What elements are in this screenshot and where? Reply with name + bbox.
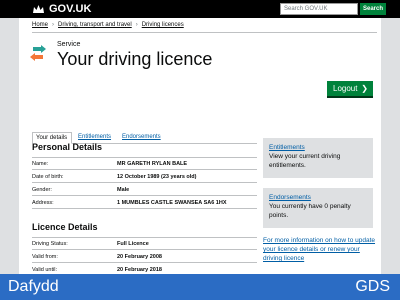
caption-left: Dafydd [8, 278, 59, 295]
chevron-right-icon: › [135, 22, 138, 28]
row-value: Full Licence [117, 241, 149, 247]
row-label: Name: [32, 161, 49, 167]
more-info-link[interactable]: For more information on how to update yo… [263, 236, 375, 263]
table-row: Gender: Male [32, 184, 257, 196]
logout-label: Logout [333, 84, 358, 93]
crown-icon[interactable] [32, 3, 45, 15]
licence-arrows-icon [30, 45, 46, 61]
divider [32, 32, 377, 33]
chevron-right-icon: › [52, 22, 55, 28]
endorsements-text: You currently have 0 penalty points. [269, 203, 351, 219]
caption-bar: Dafydd GDS [0, 274, 400, 300]
govuk-header: GOV.UK Search GOV.UK Search [0, 0, 400, 18]
breadcrumb-driving-transport[interactable]: Driving, transport and travel [58, 22, 132, 28]
table-row: Valid until: 20 February 2018 [32, 264, 257, 274]
table-row: Name: MR GARETH RYLAN BALE [32, 158, 257, 170]
search-input[interactable]: Search GOV.UK [280, 3, 358, 15]
row-label: Gender: [32, 187, 52, 193]
entitlements-text: View your current driving entitlements. [269, 153, 341, 169]
chevron-right-icon: ❯ [361, 84, 368, 93]
table-row: Address: 1 MUMBLES CASTLE SWANSEA SA6 1H… [32, 197, 257, 209]
page-title: Your driving licence [57, 49, 213, 69]
endorsements-link[interactable]: Endorsements [269, 193, 367, 202]
caption-right: GDS [355, 278, 390, 295]
table-row: Driving Status: Full Licence [32, 238, 257, 250]
row-label: Address: [32, 200, 54, 206]
logout-button[interactable]: Logout ❯ [327, 81, 373, 96]
row-value: Male [117, 187, 130, 193]
page-content: Home › Driving, transport and travel › Drivi… [19, 18, 381, 274]
licence-details-heading: Licence Details [32, 222, 98, 232]
entitlements-link[interactable]: Entitlements [269, 143, 367, 152]
breadcrumb-driving-licences[interactable]: Driving licences [142, 22, 184, 28]
row-value: 20 February 2008 [117, 254, 162, 260]
row-value: MR GARETH RYLAN BALE [117, 161, 188, 167]
service-label: Service [57, 41, 81, 48]
row-label: Valid from: [32, 254, 58, 260]
tab-endorsements[interactable]: Endorsements [119, 132, 164, 144]
row-label: Driving Status: [32, 241, 68, 247]
breadcrumb-home[interactable]: Home [32, 22, 48, 28]
entitlements-panel: Entitlements View your current driving e… [263, 138, 373, 178]
row-value: 20 February 2018 [117, 267, 162, 273]
breadcrumb: Home › Driving, transport and travel › Drivi… [32, 21, 184, 29]
row-label: Valid until: [32, 267, 57, 273]
govuk-logotype[interactable]: GOV.UK [49, 2, 91, 16]
endorsements-panel: Endorsements You currently have 0 penalt… [263, 188, 373, 228]
personal-details-heading: Personal Details [32, 142, 103, 152]
table-row: Valid from: 20 February 2008 [32, 251, 257, 263]
search-button[interactable]: Search [360, 3, 386, 15]
row-value: 1 MUMBLES CASTLE SWANSEA SA6 1HX [117, 200, 227, 206]
row-label: Date of birth: [32, 174, 64, 180]
table-row: Date of birth: 12 October 1989 (23 years… [32, 171, 257, 183]
row-value: 12 October 1989 (23 years old) [117, 174, 197, 180]
